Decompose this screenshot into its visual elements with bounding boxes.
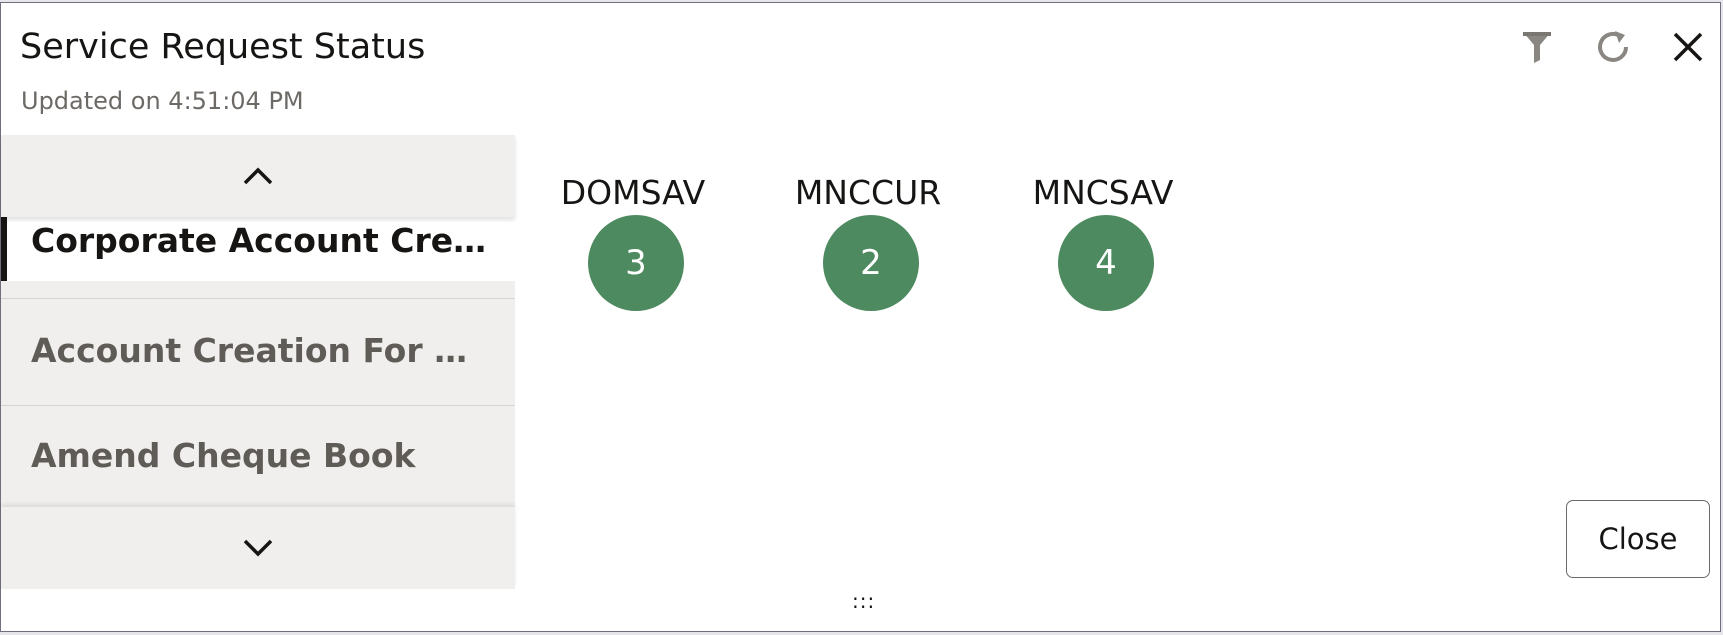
sidebar-item-label: Account Creation For New…: [31, 331, 515, 370]
count-badge: 3: [588, 215, 684, 311]
filter-icon[interactable]: [1515, 25, 1559, 69]
resize-grip-icon[interactable]: :::: [852, 589, 875, 613]
scroll-down-button[interactable]: [1, 507, 515, 589]
close-icon[interactable]: [1666, 25, 1710, 69]
sidebar-item-label: Corporate Account Creation: [31, 221, 515, 260]
chevron-down-icon: [243, 539, 273, 557]
chevron-up-icon: [243, 167, 273, 185]
tile-label: DOMSAV: [560, 173, 706, 212]
sidebar-item-label: Amend Cheque Book: [31, 436, 416, 475]
request-type-list: Corporate Account Creation Account Creat…: [1, 135, 515, 589]
sidebar-item-account-creation-for-new[interactable]: Account Creation For New…: [1, 298, 515, 405]
tile-label: MNCCUR: [794, 173, 942, 212]
scroll-up-button[interactable]: [1, 135, 515, 217]
close-button[interactable]: Close: [1566, 500, 1710, 578]
count-badge: 2: [823, 215, 919, 311]
sidebar-item-amend-cheque-book[interactable]: Amend Cheque Book: [1, 405, 515, 507]
dialog-title: Service Request Status: [20, 27, 426, 67]
count-badge: 4: [1058, 215, 1154, 311]
sidebar-item-corporate-account-creation[interactable]: Corporate Account Creation: [1, 217, 515, 281]
refresh-icon[interactable]: [1591, 25, 1635, 69]
service-request-dialog: Service Request Status Updated on 4:51:0…: [0, 2, 1721, 632]
tile-label: MNCSAV: [1032, 173, 1174, 212]
updated-timestamp: Updated on 4:51:04 PM: [21, 87, 304, 115]
